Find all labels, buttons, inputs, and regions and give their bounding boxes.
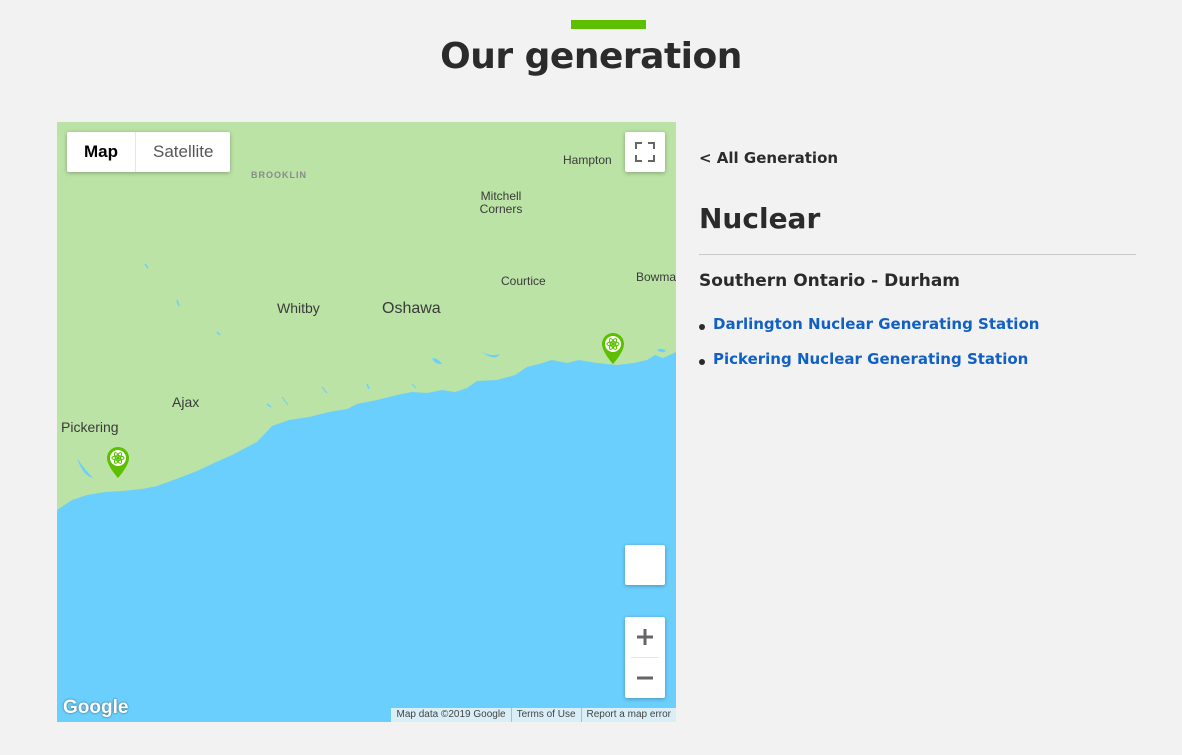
terms-of-use-link[interactable]: Terms of Use <box>510 708 581 722</box>
land <box>57 122 676 510</box>
page-title: Our generation <box>440 36 742 77</box>
divider <box>699 254 1136 255</box>
place-label-ajax: Ajax <box>172 394 200 410</box>
list-item: Pickering Nuclear Generating Station <box>699 341 1039 376</box>
map-terrain[interactable] <box>57 122 676 722</box>
place-label-mitchell-corners: Mitchell Corners <box>479 189 523 216</box>
station-link-pickering[interactable]: Pickering Nuclear Generating Station <box>713 350 1028 368</box>
place-label-pickering: Pickering <box>61 419 119 435</box>
map-data-credit: Map data ©2019 Google <box>396 709 506 720</box>
zoom-control <box>625 617 665 698</box>
map-type-map-button[interactable]: Map <box>67 132 136 172</box>
place-label-oshawa: Oshawa <box>382 300 441 317</box>
region-heading: Southern Ontario - Durham <box>699 271 961 291</box>
zoom-out-icon <box>637 676 653 680</box>
report-map-error-link[interactable]: Report a map error <box>580 708 676 722</box>
place-label-courtice: Courtice <box>501 274 546 288</box>
map-type-control: Map Satellite <box>67 132 231 172</box>
place-label-hampton: Hampton <box>563 153 612 167</box>
generation-panel: < All Generation Nuclear Southern Ontari… <box>676 122 1160 722</box>
map[interactable]: Map Satellite BROOKLIN Hampton Mitchell … <box>57 122 676 722</box>
map-type-satellite-button[interactable]: Satellite <box>136 132 230 172</box>
nuclear-marker-icon[interactable] <box>601 332 625 365</box>
all-generation-link[interactable]: < All Generation <box>699 149 838 167</box>
map-attribution: Map data ©2019 Google Terms of Use Repor… <box>391 708 676 722</box>
bullet-icon <box>699 323 705 330</box>
place-label-brooklin: BROOKLIN <box>251 170 307 180</box>
bullet-icon <box>699 358 705 365</box>
station-link-darlington[interactable]: Darlington Nuclear Generating Station <box>713 315 1039 333</box>
list-item: Darlington Nuclear Generating Station <box>699 306 1039 341</box>
fullscreen-button[interactable] <box>625 132 665 172</box>
place-label-whitby: Whitby <box>277 300 320 316</box>
zoom-in-icon <box>637 629 653 645</box>
google-logo: Google <box>63 697 129 718</box>
station-list: Darlington Nuclear Generating Station Pi… <box>699 306 1039 376</box>
zoom-in-button[interactable] <box>625 617 665 657</box>
street-view-button[interactable] <box>625 545 665 585</box>
fullscreen-icon <box>635 142 655 162</box>
accent-bar <box>571 20 646 29</box>
place-label-bowmanville: Bowma <box>636 270 676 284</box>
nuclear-marker-icon[interactable] <box>106 446 130 479</box>
panel-title: Nuclear <box>699 202 821 235</box>
zoom-out-button[interactable] <box>625 658 665 698</box>
